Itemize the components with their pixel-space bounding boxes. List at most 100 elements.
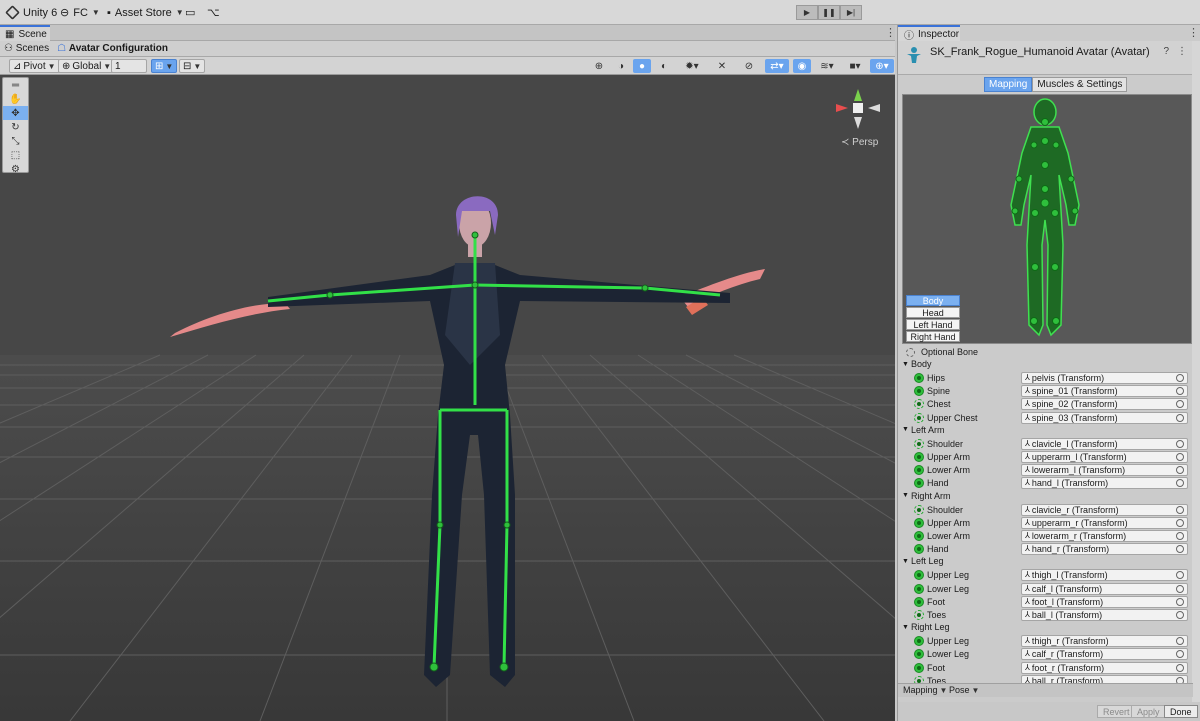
tab-inspector[interactable]: ⓘ Inspector [898,25,960,42]
projection-toggle[interactable]: ≺ Persp [841,137,878,148]
object-picker-icon[interactable] [1176,597,1184,606]
scene-viewport[interactable]: ═ ✋ ✥ ↻ ⤡ ⬚ ⚙ ≺ Persp [0,75,895,721]
grid-size-field[interactable]: 1 [111,59,147,73]
bone-transform-field[interactable]: ⅄ clavicle_r (Transform) [1021,503,1188,516]
bone-status-icon[interactable] [914,504,924,515]
object-picker-icon[interactable] [1176,571,1184,580]
bone-status-icon[interactable] [914,373,924,383]
bone-transform-field[interactable]: ⅄ calf_l (Transform) [1021,582,1188,595]
bone-transform-field[interactable]: ⅄ thigh_l (Transform) [1021,569,1188,582]
scenes-crumb[interactable]: ⚇ Scenes [4,43,49,54]
scale-tool-icon[interactable]: ⤡ [3,134,28,148]
kebab-menu-icon[interactable]: ⋮ [1188,26,1199,39]
object-picker-icon[interactable] [1176,663,1184,672]
bone-transform-field[interactable]: ⅄ spine_03 (Transform) [1021,411,1188,424]
bone-status-icon[interactable] [914,465,924,476]
body-part-right-hand[interactable]: Right Hand [906,331,960,342]
pose-menu[interactable]: Pose ▼ [949,685,979,695]
bone-status-icon[interactable] [914,438,924,449]
bone-transform-field[interactable]: ⅄ lowerarm_l (Transform) [1021,464,1188,477]
bone-transform-field[interactable]: ⅄ pelvis (Transform) [1021,372,1188,384]
asset-store-dropdown[interactable]: ▪ Asset Store ▼ [107,4,184,21]
bone-transform-field[interactable]: ⅄ calf_r (Transform) [1021,648,1188,661]
2d-toggle-icon[interactable]: ⇄▾ [765,59,789,73]
bone-status-icon[interactable] [914,570,924,581]
grid-snap-toggle[interactable]: ⊞ ▼ [151,59,178,73]
gizmos-icon[interactable]: ⊕▾ [870,59,894,73]
help-icon[interactable]: ? [1163,46,1169,57]
object-picker-icon[interactable] [1176,505,1184,514]
kebab-menu-icon[interactable]: ⋮ [885,26,896,39]
apply-button[interactable]: Apply [1131,705,1166,718]
audio-icon[interactable]: ✕ [713,59,731,73]
rotate-tool-icon[interactable]: ↻ [3,120,28,134]
object-picker-icon[interactable] [1176,650,1184,659]
mapping-menu[interactable]: Mapping ▼ [903,685,947,695]
space-dropdown[interactable]: ⊕ Global ▼ [58,59,116,73]
version-control-button[interactable]: ⌥ [207,4,220,21]
hand-tool-icon[interactable]: ✋ [3,92,28,106]
object-picker-icon[interactable] [1176,374,1184,382]
bone-transform-field[interactable]: ⅄ thigh_r (Transform) [1021,635,1188,648]
bone-status-icon[interactable] [914,544,924,555]
tab-scene[interactable]: ▦ Scene [0,25,50,41]
bone-group-header[interactable]: ▼ Left Arm [902,425,944,435]
account-dropdown[interactable]: ⊖ FC ▼ [60,4,100,21]
bone-transform-field[interactable]: ⅄ spine_01 (Transform) [1021,385,1188,398]
bone-transform-field[interactable]: ⅄ foot_r (Transform) [1021,661,1188,674]
bone-group-header[interactable]: ▼ Body [902,359,931,369]
package-button[interactable]: ▭ [185,4,195,21]
snap-increment-button[interactable]: ⊟ ▼ [179,59,206,73]
bone-transform-field[interactable]: ⅄ foot_l (Transform) [1021,595,1188,608]
layers-icon[interactable]: ≋▾ [815,59,839,73]
fx-icon[interactable]: ⊘ [740,59,758,73]
pause-button[interactable]: ❚❚ [818,5,840,20]
draw-mode-icon[interactable]: ⊕ [590,59,608,73]
settings-kebab-icon[interactable]: ⋮ [1177,46,1187,57]
bone-status-icon[interactable] [914,399,924,410]
bone-group-header[interactable]: ▼ Right Arm [902,491,950,501]
bone-group-header[interactable]: ▼ Right Leg [902,622,949,632]
camera-icon[interactable]: ■▾ [843,59,867,73]
transform-tool-icon[interactable]: ⚙ [3,162,28,176]
bone-status-icon[interactable] [914,649,924,660]
move-tool-icon[interactable]: ✥ [3,106,28,120]
bone-status-icon[interactable] [914,531,924,541]
bone-transform-field[interactable]: ⅄ hand_l (Transform) [1021,477,1188,490]
object-picker-icon[interactable] [1176,611,1184,619]
step-button[interactable]: ▶| [840,5,862,20]
body-part-head[interactable]: Head [906,307,960,318]
object-picker-icon[interactable] [1176,479,1184,488]
bone-status-icon[interactable] [914,583,924,594]
scrollbar[interactable] [1192,41,1200,721]
bone-status-icon[interactable] [914,517,924,528]
bone-transform-field[interactable]: ⅄ spine_02 (Transform) [1021,398,1188,411]
unity-menu[interactable]: Unity 6 [5,4,57,21]
bone-status-icon[interactable] [914,478,924,489]
tab-muscles-settings[interactable]: Muscles & Settings [1032,77,1128,92]
visibility-icon[interactable]: ◉ [793,59,811,73]
bone-status-icon[interactable] [914,452,924,462]
body-part-body[interactable]: Body [906,295,960,306]
bone-transform-field[interactable]: ⅄ ball_l (Transform) [1021,609,1188,621]
bone-group-header[interactable]: ▼ Left Leg [902,556,943,566]
body-part-left-hand[interactable]: Left Hand [906,319,960,330]
avatar-body-view[interactable]: Body Head Left Hand Right Hand [902,94,1192,344]
bone-status-icon[interactable] [914,596,924,607]
rect-tool-icon[interactable]: ⬚ [3,148,28,162]
object-picker-icon[interactable] [1176,637,1184,646]
bone-transform-field[interactable]: ⅄ upperarm_l (Transform) [1021,451,1188,463]
bone-transform-field[interactable]: ⅄ lowerarm_r (Transform) [1021,530,1188,542]
shaded-icon[interactable]: ● [633,59,651,73]
effects-icon[interactable]: ✹▾ [680,59,704,73]
object-picker-icon[interactable] [1176,453,1184,461]
object-picker-icon[interactable] [1176,532,1184,540]
avatar-config-crumb[interactable]: ☖ Avatar Configuration [57,43,168,54]
object-picker-icon[interactable] [1176,466,1184,475]
play-button[interactable]: ▶ [796,5,818,20]
bone-transform-field[interactable]: ⅄ upperarm_r (Transform) [1021,516,1188,529]
wireframe-icon[interactable]: ◑ [612,59,630,73]
bone-status-icon[interactable] [914,662,924,673]
object-picker-icon[interactable] [1176,545,1184,554]
object-picker-icon[interactable] [1176,518,1184,527]
